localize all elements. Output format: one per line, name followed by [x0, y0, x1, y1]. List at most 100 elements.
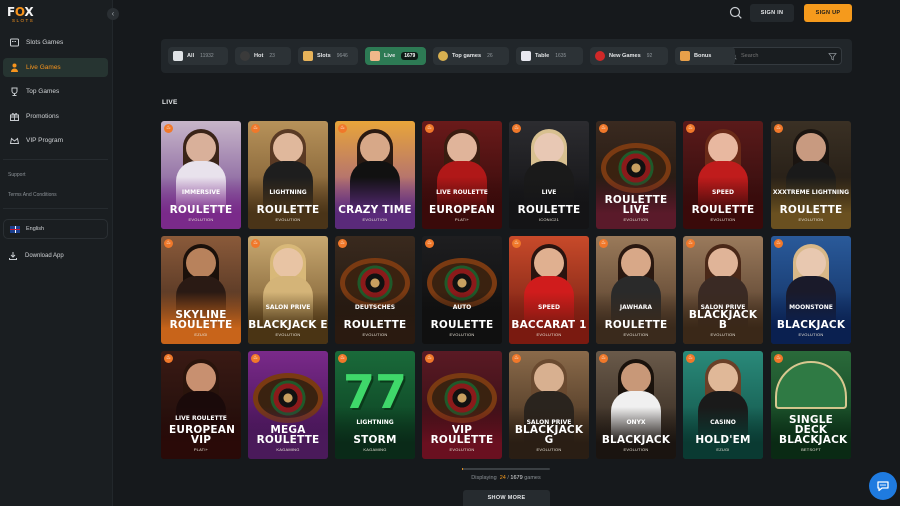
chat-icon	[877, 481, 889, 492]
filter-chip-count: 92	[646, 53, 653, 59]
dealer-face	[708, 133, 738, 163]
game-card[interactable]: ♨ LIVE ROULETTE EUROPEAN VIP PLATI+	[161, 351, 241, 459]
game-card[interactable]: ♨ LIVE ROULETTE EUROPEAN PLATI+	[422, 121, 502, 229]
filter-chip-label: Top games	[452, 53, 482, 59]
filter-chip-bonus[interactable]: Bonus	[675, 47, 735, 65]
game-card[interactable]: ♨ VIP ROULETTE EVOLUTION	[422, 351, 502, 459]
support-link[interactable]: Support	[8, 172, 26, 178]
game-title-line1: LIVE	[541, 188, 557, 196]
fire-icon: ♨	[686, 124, 695, 133]
game-card[interactable]: ♨ SALON PRIVE BLACKJACK B EVOLUTION	[683, 236, 763, 344]
game-card[interactable]: ♨ ROULETTE LIVE EVOLUTION	[596, 121, 676, 229]
game-provider: EVOLUTION	[798, 332, 824, 337]
filter-chip-all[interactable]: All 11932	[168, 47, 228, 65]
filter-chip-table[interactable]: Table 1635	[516, 47, 583, 65]
filter-chip-label: Hot	[254, 53, 264, 59]
game-title-line1: LIGHTNING	[356, 418, 394, 426]
game-provider: PLATI+	[454, 217, 470, 222]
dealer-face	[273, 133, 303, 163]
game-card[interactable]: 77 ♨ LIGHTNING STORM KAGAMING	[335, 351, 415, 459]
sidebar-item-promotions[interactable]: Promotions	[3, 107, 108, 126]
sign-up-button[interactable]: SIGN UP	[804, 4, 852, 22]
game-card[interactable]: ♨ CASINO HOLD'EM EZUGI	[683, 351, 763, 459]
game-card[interactable]: ♨ SKYLINE ROULETTE EZUGI	[161, 236, 241, 344]
dealer-face	[708, 363, 738, 393]
game-card[interactable]: ♨ SPEED ROULETTE EVOLUTION	[683, 121, 763, 229]
sidebar-item-top-games[interactable]: Top Games	[3, 82, 108, 101]
filter-chip-count: 1679	[401, 52, 419, 60]
game-title: BACCARAT 1	[511, 319, 587, 331]
game-provider: EVOLUTION	[536, 332, 562, 337]
game-card[interactable]: ♨ SALON PRIVE BLACKJACK G EVOLUTION	[509, 351, 589, 459]
game-provider: EVOLUTION	[710, 332, 736, 337]
coin-icon	[438, 51, 448, 61]
fire-icon: ♨	[599, 124, 608, 133]
search-input[interactable]	[741, 53, 821, 59]
game-provider: EZUGI	[716, 447, 730, 452]
game-title-line1: SALON PRIVE	[265, 303, 311, 311]
search-button[interactable]	[728, 5, 744, 21]
terms-link[interactable]: Terms And Conditions	[8, 192, 57, 198]
collapse-sidebar-button[interactable]: ‹	[107, 8, 119, 20]
game-title-line1: DEUTSCHES	[354, 303, 396, 311]
game-title-line1: XXXTREME LIGHTNING	[772, 188, 850, 196]
sidebar-item-label: Live Games	[26, 63, 61, 71]
game-provider: EVOLUTION	[449, 332, 475, 337]
filter-chip-new-games[interactable]: New Games 92	[590, 47, 668, 65]
game-search-field[interactable]	[724, 47, 842, 65]
game-title-line1: MOONSTONE	[789, 303, 833, 311]
sidebar-item-live-games[interactable]: Live Games	[3, 57, 108, 77]
divider	[3, 159, 108, 160]
game-provider: EVOLUTION	[275, 217, 301, 222]
filter-chip-hot[interactable]: Hot 23	[235, 47, 291, 65]
game-card[interactable]: ♨ MOONSTONE BLACKJACK EVOLUTION	[771, 236, 851, 344]
filter-chip-count: 9646	[336, 53, 348, 59]
game-card[interactable]: ♨ LIVE ROULETTE ICONIC21	[509, 121, 589, 229]
game-card[interactable]: ♨ SINGLE DECK BLACKJACK BETSOFT	[771, 351, 851, 459]
game-title: CRAZY TIME	[338, 204, 412, 216]
game-provider: EVOLUTION	[710, 217, 736, 222]
game-card[interactable]: ♨ AUTO ROULETTE EVOLUTION	[422, 236, 502, 344]
game-card[interactable]: ♨ ONYX BLACKJACK EVOLUTION	[596, 351, 676, 459]
game-card[interactable]: ♨ IMMERSIVE ROULETTE EVOLUTION	[161, 121, 241, 229]
divider	[3, 208, 108, 209]
game-card[interactable]: ♨ MEGA ROULETTE KAGAMING	[248, 351, 328, 459]
game-provider: KAGAMING	[276, 447, 300, 452]
game-card[interactable]: ♨ SALON PRIVE BLACKJACK E EVOLUTION	[248, 236, 328, 344]
sidebar-item-slots-games[interactable]: Slots Games	[3, 33, 108, 52]
game-card[interactable]: ♨ CRAZY TIME EVOLUTION	[335, 121, 415, 229]
dealer-face	[360, 133, 390, 163]
uk-flag-icon	[10, 225, 20, 233]
bomb-icon	[240, 51, 250, 61]
filter-chip-label: Slots	[317, 53, 331, 59]
fire-icon: ♨	[251, 239, 260, 248]
game-title-line1: JAWHARA	[619, 303, 653, 311]
game-title: BLACKJACK	[776, 319, 846, 331]
filter-chip-slots[interactable]: Slots 9646	[298, 47, 358, 65]
filter-icon[interactable]	[828, 52, 837, 61]
game-card[interactable]: ♨ LIGHTNING ROULETTE EVOLUTION	[248, 121, 328, 229]
dealer-face	[534, 248, 564, 278]
game-provider: KAGAMING	[363, 447, 387, 452]
game-card[interactable]: ♨ DEUTSCHES ROULETTE EVOLUTION	[335, 236, 415, 344]
live-chat-button[interactable]	[869, 472, 897, 500]
game-provider: EVOLUTION	[188, 217, 214, 222]
game-card[interactable]: ♨ SPEED BACCARAT 1 EVOLUTION	[509, 236, 589, 344]
logo[interactable]: FOX SLOTS	[7, 6, 37, 24]
download-app-link[interactable]: Download App	[8, 251, 64, 261]
language-selector[interactable]: English	[3, 219, 108, 239]
sidebar-item-vip-program[interactable]: VIP Program	[3, 131, 108, 150]
sign-in-button[interactable]: SIGN IN	[750, 4, 794, 22]
download-icon	[9, 252, 17, 260]
filter-chip-top-games[interactable]: Top games 26	[433, 47, 509, 65]
fire-icon: ♨	[512, 239, 521, 248]
show-more-button[interactable]: SHOW MORE	[463, 490, 550, 506]
filter-chip-live[interactable]: Live 1679	[365, 47, 426, 65]
game-provider: EVOLUTION	[536, 447, 562, 452]
logo-wordmark: FOX	[7, 5, 34, 19]
cards-icon	[521, 51, 531, 61]
game-card[interactable]: ♨ XXXTREME LIGHTNING ROULETTE EVOLUTION	[771, 121, 851, 229]
dealer-face	[621, 248, 651, 278]
game-card[interactable]: ♨ JAWHARA ROULETTE EVOLUTION	[596, 236, 676, 344]
sidebar-nav: Slots Games Live Games Top Games Promotions…	[3, 33, 108, 156]
